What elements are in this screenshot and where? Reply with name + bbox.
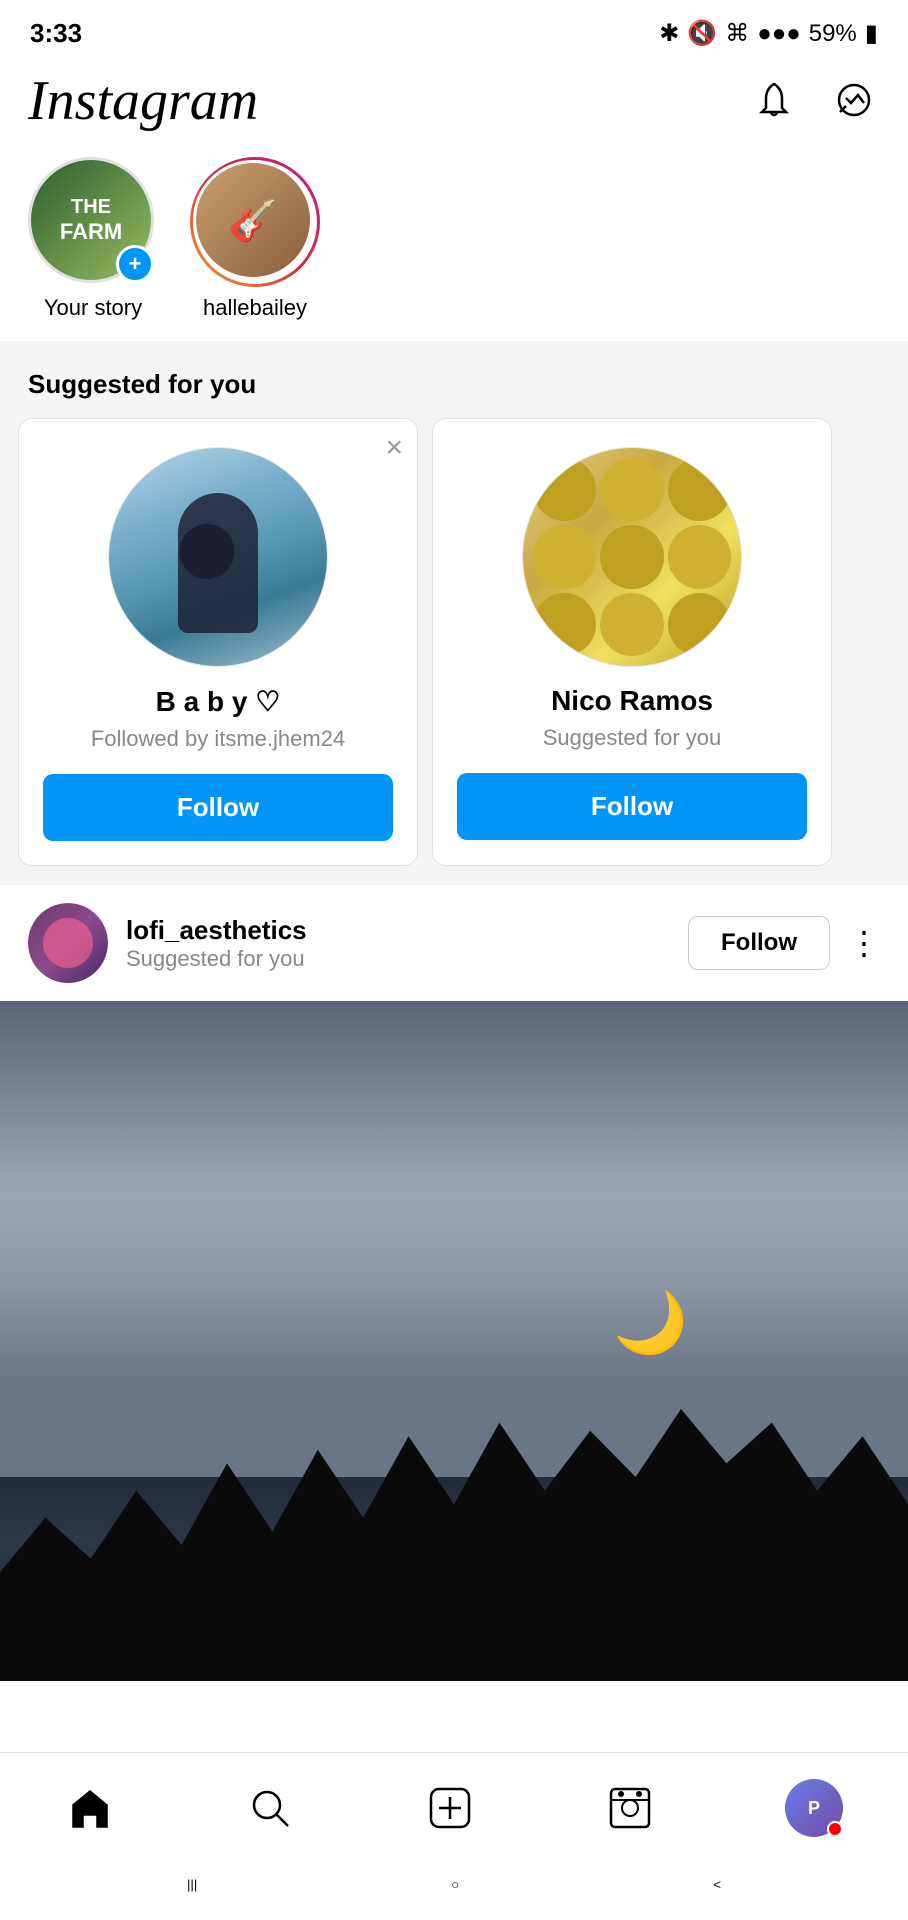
messenger-button[interactable] [828,74,880,129]
android-home-button[interactable]: ○ [431,1869,479,1900]
profile-nav-button[interactable]: P [769,1771,859,1845]
post-suggestion-row: lofi_aesthetics Suggested for you Follow… [0,884,908,1001]
nico-avatar [522,447,742,667]
follow-lofi-button[interactable]: Follow [688,916,830,970]
status-time: 3:33 [30,18,82,49]
signal-icon: ●●● [757,20,801,48]
notifications-button[interactable] [748,74,800,129]
system-navigation: ||| ○ < [0,1855,908,1920]
lofi-aesthetics-username: lofi_aesthetics [126,915,670,946]
your-story-label: Your story [44,295,142,321]
wifi-icon: ⌘ [725,19,749,48]
instagram-logo: Instagram [28,69,258,133]
status-icons: ✱ 🔇 ⌘ ●●● 59% ▮ [659,19,878,48]
moon-icon: 🌙 [613,1287,688,1358]
profile-avatar: P [785,1779,843,1837]
baby-card-name: B a b y ♡ [156,685,281,718]
follow-nico-button[interactable]: Follow [457,773,807,840]
notification-dot [827,1821,843,1837]
status-bar: 3:33 ✱ 🔇 ⌘ ●●● 59% ▮ [0,0,908,59]
suggested-title: Suggested for you [0,359,908,418]
close-baby-card-button[interactable]: × [385,433,403,463]
follow-baby-button[interactable]: Follow [43,774,393,841]
baby-card-sub: Followed by itsme.jhem24 [91,726,345,752]
story-hallebailey[interactable]: 🎸 hallebailey [190,157,320,321]
bottom-navigation: P ||| ○ < [0,1752,908,1920]
suggested-card-baby: × B a b y ♡ Followed by itsme.jhem24 Fol… [18,418,418,866]
suggested-card-nico: Nico Ramos Suggested for you Follow [432,418,832,866]
more-options-button[interactable]: ⋮ [848,924,880,962]
nav-items: P [0,1753,908,1855]
android-back-button[interactable]: < [693,1869,741,1900]
bluetooth-icon: ✱ [659,19,679,48]
stories-section: THE FARM + Your story 🎸 hallebailey [0,147,908,341]
search-nav-button[interactable] [229,1775,311,1841]
hallebailey-avatar-wrap: 🎸 [190,157,320,287]
battery-icon: ▮ [865,19,878,48]
post-image: 🌙 [0,1001,908,1681]
add-story-button[interactable]: + [116,245,154,283]
sky-background [0,1001,908,1477]
hallebailey-label: hallebailey [203,295,307,321]
lofi-aesthetics-avatar [28,903,108,983]
nico-card-sub: Suggested for you [543,725,722,751]
add-post-nav-button[interactable] [409,1775,491,1841]
hallebailey-avatar: 🎸 [193,160,313,280]
reels-nav-button[interactable] [589,1775,671,1841]
home-nav-button[interactable] [49,1775,131,1841]
header-action-icons [748,74,880,129]
battery-text: 59% [809,20,857,48]
header: Instagram [0,59,908,147]
story-your-story[interactable]: THE FARM + Your story [28,157,158,321]
android-menu-button[interactable]: ||| [167,1869,217,1900]
lofi-aesthetics-info: lofi_aesthetics Suggested for you [126,915,670,972]
your-story-avatar-wrap: THE FARM + [28,157,158,287]
baby-avatar [108,447,328,667]
lofi-aesthetics-sub: Suggested for you [126,946,670,972]
post-suggestion-actions: Follow ⋮ [688,916,880,970]
suggested-section: Suggested for you × B a b y ♡ Followed b… [0,341,908,884]
nico-card-name: Nico Ramos [551,685,713,717]
mute-icon: 🔇 [687,19,717,48]
suggested-cards-list: × B a b y ♡ Followed by itsme.jhem24 Fol… [0,418,908,884]
